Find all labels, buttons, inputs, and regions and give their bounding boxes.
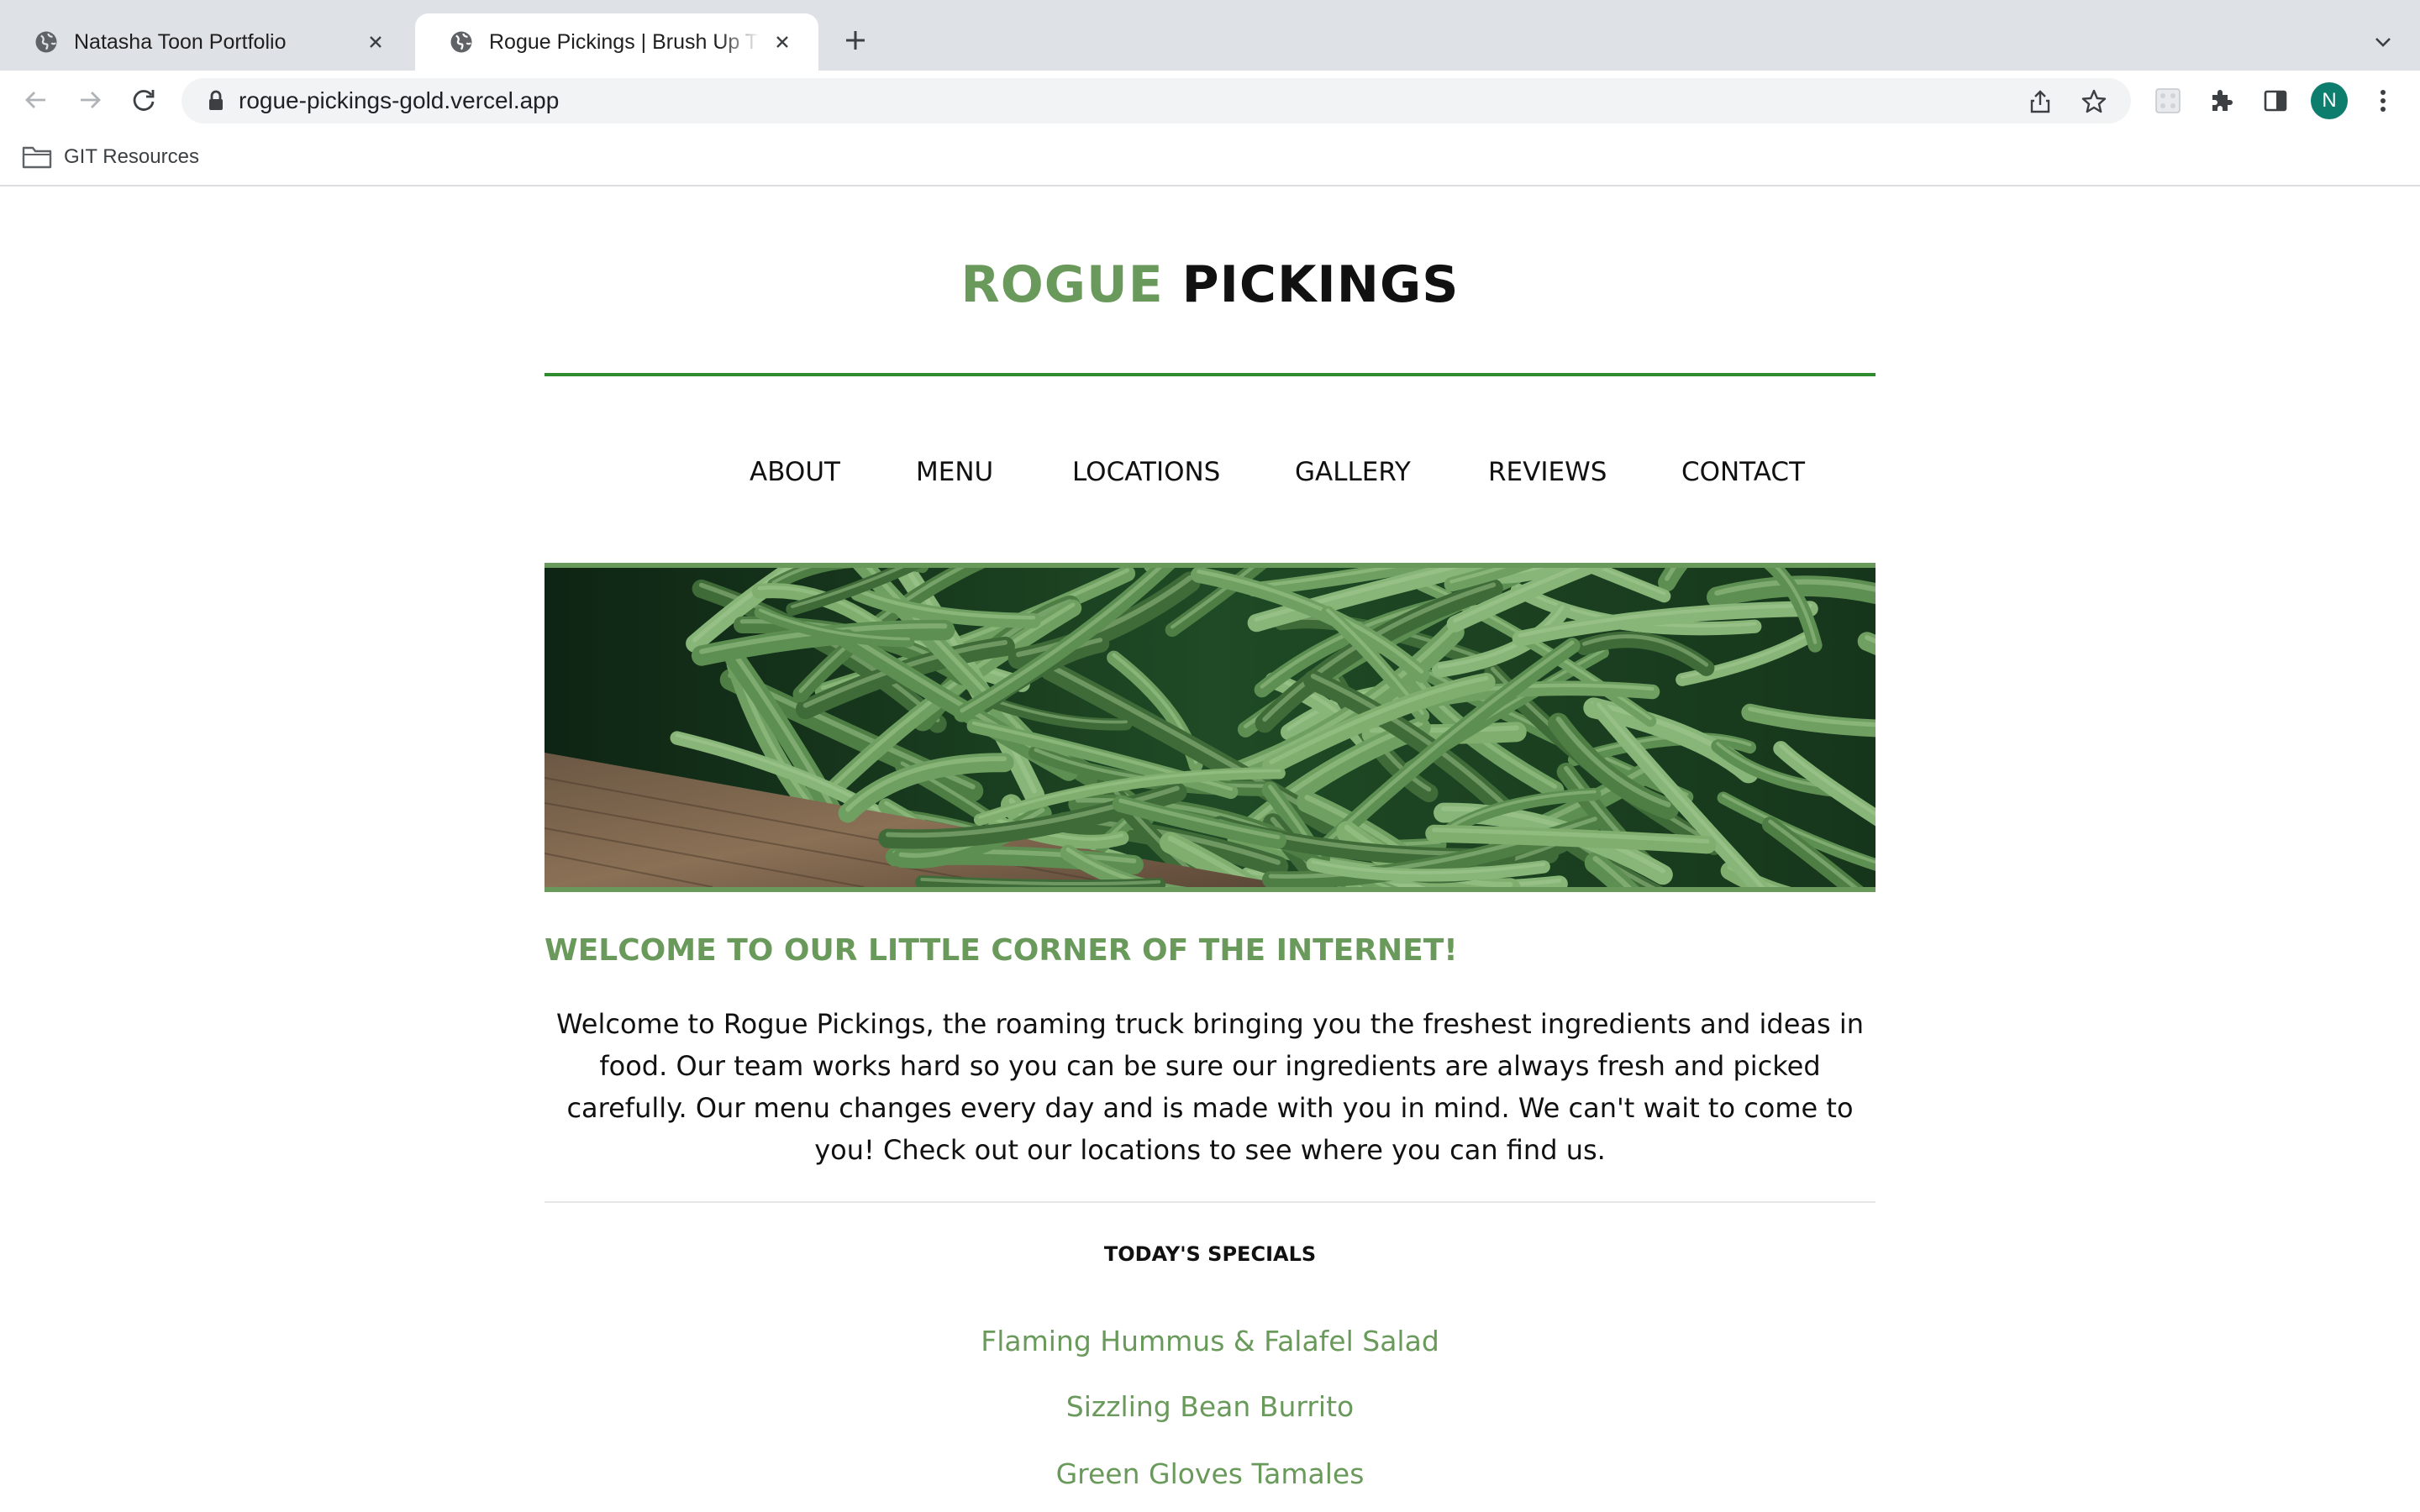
welcome-heading: WELCOME TO OUR LITTLE CORNER OF THE INTE…: [544, 933, 1458, 968]
plus-icon: [846, 31, 865, 50]
special-item[interactable]: Sizzling Bean Burrito: [544, 1388, 1876, 1426]
reload-icon: [133, 90, 155, 111]
forward-button[interactable]: [71, 81, 109, 119]
header-divider: [544, 373, 1876, 376]
tab-title: Natasha Toon Portfolio: [74, 29, 287, 54]
address-bar[interactable]: rogue-pickings-gold.vercel.app: [182, 78, 2131, 123]
green-beans-image: [544, 568, 1876, 887]
site-logo[interactable]: ROGUE PICKINGS: [544, 255, 1876, 314]
globe-icon: [35, 31, 57, 53]
share-button[interactable]: [2023, 85, 2057, 118]
welcome-paragraph: Welcome to Rogue Pickings, the roaming t…: [556, 1008, 1864, 1166]
close-icon[interactable]: [363, 29, 388, 55]
profile-avatar[interactable]: N: [2311, 82, 2348, 119]
nav-link-gallery[interactable]: GALLERY: [1295, 454, 1411, 491]
nav-link-about[interactable]: ABOUT: [750, 454, 840, 491]
section-divider: [544, 1201, 1876, 1203]
lock-icon: [209, 90, 223, 110]
share-icon: [2030, 90, 2050, 113]
side-panel-icon: [2264, 90, 2287, 112]
kebab-menu-icon: [2381, 90, 2386, 112]
logo-word-rogue: ROGUE: [960, 255, 1164, 314]
special-item[interactable]: Flaming Hummus & Falafel Salad: [544, 1322, 1876, 1361]
nav-link-menu[interactable]: MENU: [916, 454, 993, 491]
browser-menu-button[interactable]: [2365, 82, 2402, 119]
nav-link-reviews[interactable]: REVIEWS: [1488, 454, 1607, 491]
specials-heading: TODAY'S SPECIALS: [1103, 1242, 1317, 1266]
extension-button[interactable]: [2149, 82, 2186, 119]
tab-search-button[interactable]: [2366, 25, 2400, 59]
tab-natasha-toon-portfolio[interactable]: Natasha Toon Portfolio: [0, 13, 412, 71]
arrow-right-icon: [81, 92, 101, 108]
chevron-down-icon: [2375, 38, 2391, 47]
new-tab-button[interactable]: [837, 22, 874, 59]
page-viewport: ROGUE PICKINGS ABOUT MENU LOCATIONS GALL…: [0, 186, 2420, 1512]
back-button[interactable]: [17, 81, 55, 119]
special-item[interactable]: Green Gloves Tamales: [544, 1455, 1876, 1494]
tab-strip: Natasha Toon Portfolio Rogue Pickings | …: [0, 0, 2420, 71]
nav-link-contact[interactable]: CONTACT: [1681, 454, 1805, 491]
tab-title: Rogue Pickings | Brush Up The: [489, 29, 760, 54]
side-panel-button[interactable]: [2257, 82, 2294, 119]
bookmark-star-button[interactable]: [2077, 85, 2111, 118]
logo-word-pickings: PICKINGS: [1181, 255, 1460, 314]
hero-image-green-beans: [544, 563, 1876, 892]
globe-icon: [450, 31, 472, 53]
bookmark-git-resources[interactable]: GIT Resources: [22, 141, 199, 173]
extensions-menu-button[interactable]: [2203, 82, 2240, 119]
url-text: rogue-pickings-gold.vercel.app: [239, 87, 560, 113]
bookmark-label: GIT Resources: [64, 145, 199, 168]
bookmarks-bar: GIT Resources: [0, 129, 2420, 186]
star-icon: [2081, 89, 2107, 113]
folder-icon: [22, 146, 52, 169]
extension-grid-icon: [2155, 88, 2181, 113]
nav-link-locations[interactable]: LOCATIONS: [1072, 454, 1220, 491]
reload-button[interactable]: [124, 81, 163, 119]
tab-rogue-pickings[interactable]: Rogue Pickings | Brush Up The: [415, 13, 818, 71]
close-icon[interactable]: [770, 29, 795, 55]
arrow-left-icon: [25, 92, 45, 108]
puzzle-icon: [2212, 90, 2233, 111]
main-nav: ABOUT MENU LOCATIONS GALLERY REVIEWS CON…: [544, 454, 1876, 491]
